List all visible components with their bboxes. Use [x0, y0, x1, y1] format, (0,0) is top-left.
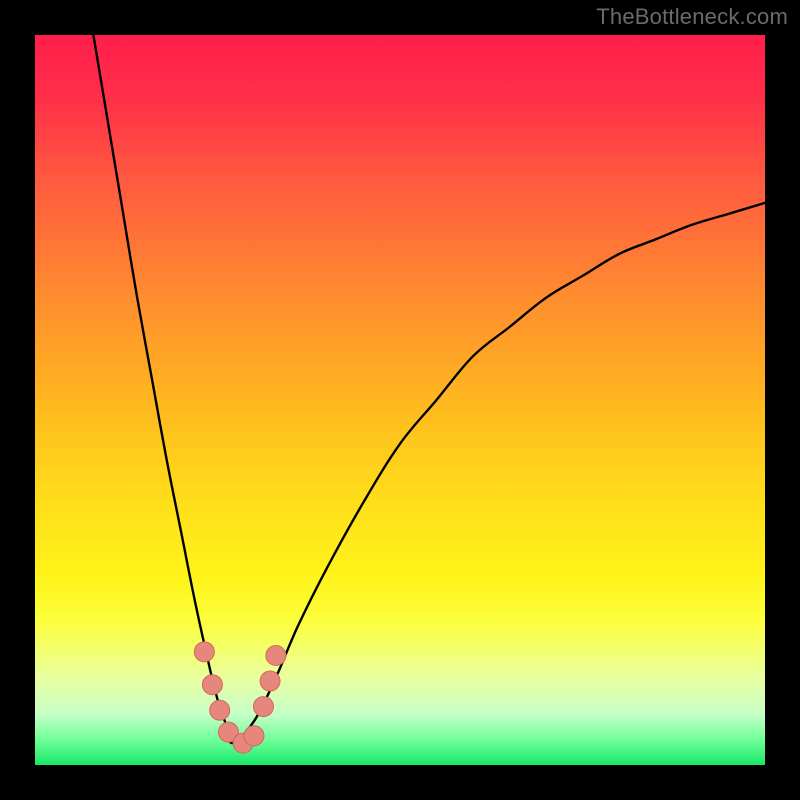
bead-point: [260, 671, 280, 691]
plot-area: [35, 35, 765, 765]
bead-point: [210, 700, 230, 720]
bead-point: [253, 697, 273, 717]
bead-point: [244, 726, 264, 746]
bead-point: [194, 642, 214, 662]
image-frame: TheBottleneck.com: [0, 0, 800, 800]
gradient-background: [35, 35, 765, 765]
bead-point: [266, 646, 286, 666]
watermark-text: TheBottleneck.com: [596, 4, 788, 30]
bead-point: [202, 675, 222, 695]
chart-svg: [35, 35, 765, 765]
